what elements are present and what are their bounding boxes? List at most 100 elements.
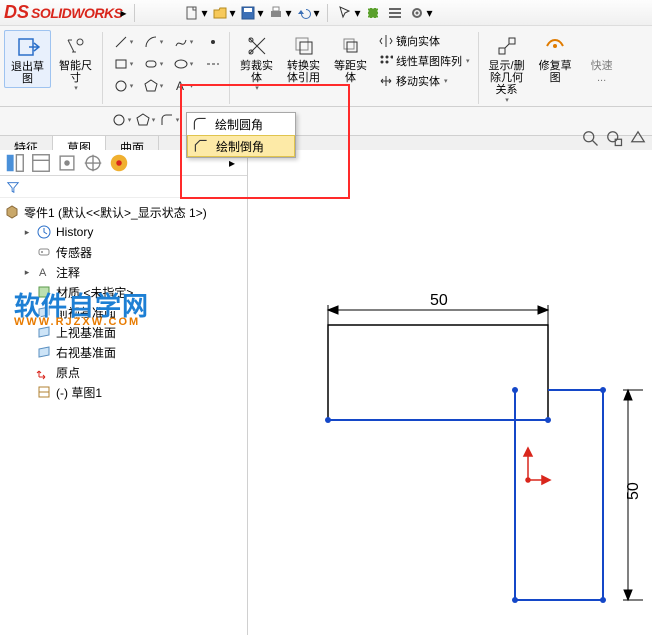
- tree-root[interactable]: 零件1 (默认<<默认>_显示状态 1>): [4, 202, 243, 222]
- rectangle-tool[interactable]: ▾: [109, 54, 137, 74]
- caret-icon[interactable]: ▾: [285, 6, 293, 20]
- save-button[interactable]: [237, 2, 259, 24]
- print-button[interactable]: [265, 2, 287, 24]
- centerline-tool[interactable]: [203, 54, 223, 74]
- repair-label: 修复草图: [539, 60, 572, 84]
- separator: [102, 32, 103, 104]
- settings-button[interactable]: [406, 2, 428, 24]
- polygon-tool[interactable]: ▾: [139, 76, 167, 96]
- rebuild-button[interactable]: [362, 2, 384, 24]
- fillet-label: 绘制圆角: [215, 116, 263, 133]
- undo-button[interactable]: [293, 2, 315, 24]
- tree-top-plane[interactable]: 上视基准面: [4, 322, 243, 342]
- smart-dimension-button[interactable]: 智能尺寸 ▾: [53, 30, 98, 94]
- line-tool[interactable]: ▾: [109, 32, 137, 52]
- trim-button[interactable]: 剪裁实体 ▾: [234, 30, 279, 94]
- separator: [478, 32, 479, 104]
- app-logo-icon: DS: [4, 2, 29, 23]
- dim-h-text: 50: [430, 292, 448, 309]
- slot-tool[interactable]: ▾: [139, 54, 167, 74]
- point-tool[interactable]: [203, 32, 223, 52]
- tree-tab-4[interactable]: [82, 152, 104, 174]
- spline-tool[interactable]: ▾: [169, 32, 197, 52]
- plane-icon: [36, 324, 52, 340]
- caret-icon[interactable]: ▾: [354, 6, 362, 20]
- convert-label: 转换实体引用: [287, 60, 320, 84]
- circle-sub-tool[interactable]: ▾: [110, 109, 132, 131]
- smart-dim-label: 智能尺寸: [59, 60, 92, 84]
- right-label: 右视基准面: [56, 344, 116, 361]
- move-button[interactable]: 移动实体▾: [379, 72, 470, 90]
- offset-button[interactable]: 等距实体: [328, 30, 373, 86]
- tree-tab-3[interactable]: [56, 152, 78, 174]
- title-bar: DS SOLIDWORKS ▸ ▾ ▾ ▾ ▾ ▾ ▾ ▾: [0, 0, 652, 26]
- caret-icon[interactable]: ▾: [313, 6, 321, 20]
- filter-icon: [6, 180, 20, 194]
- fillet-dropdown-button[interactable]: ▾: [158, 109, 180, 131]
- circle-tool[interactable]: ▾: [109, 76, 137, 96]
- tree-filter[interactable]: [0, 176, 247, 198]
- tree-sketch1[interactable]: (-) 草图1: [4, 382, 243, 402]
- zoom-area-icon[interactable]: [604, 128, 624, 148]
- linear-pattern-label: 线性草图阵列: [396, 53, 462, 69]
- move-label: 移动实体: [396, 73, 440, 89]
- separator: [229, 32, 230, 104]
- polygon-sub-tool[interactable]: ▾: [134, 109, 156, 131]
- open-file-button[interactable]: [209, 2, 231, 24]
- graphics-area[interactable]: 50 50: [248, 150, 652, 635]
- text-tool[interactable]: A▾: [169, 76, 197, 96]
- tree-annotations[interactable]: ▸A 注释: [4, 262, 243, 282]
- front-label: 前视基准面: [56, 304, 116, 321]
- offset-label: 等距实体: [334, 60, 367, 84]
- new-file-button[interactable]: [181, 2, 203, 24]
- tree-right-plane[interactable]: 右视基准面: [4, 342, 243, 362]
- caret-icon[interactable]: ▾: [229, 6, 237, 20]
- arc-tool[interactable]: ▾: [139, 32, 167, 52]
- app-menu-caret[interactable]: ▸: [120, 6, 128, 20]
- zoom-fit-icon[interactable]: [580, 128, 600, 148]
- mirror-label: 镜向实体: [396, 33, 440, 49]
- pattern-group: 镜向实体 线性草图阵列▾ 移动实体▾: [375, 30, 474, 92]
- caret-icon[interactable]: ▾: [201, 6, 209, 20]
- display-relations-button[interactable]: 显示/删除几何关系 ▾: [483, 30, 531, 106]
- select-button[interactable]: [334, 2, 356, 24]
- sketch-icon: [36, 384, 52, 400]
- origin-label: 原点: [56, 364, 80, 381]
- convert-button[interactable]: 转换实体引用: [281, 30, 326, 86]
- caret-icon[interactable]: ▾: [257, 6, 265, 20]
- plane-icon: [36, 304, 52, 320]
- sensors-label: 传感器: [56, 244, 92, 261]
- ellipse-tool[interactable]: ▾: [169, 54, 197, 74]
- feature-tree-panel: ▸ 零件1 (默认<<默认>_显示状态 1>) ▸ History 传感器 ▸A…: [0, 150, 248, 635]
- quick-button[interactable]: 快速...: [580, 30, 624, 86]
- separator: [134, 4, 135, 22]
- options-button[interactable]: [384, 2, 406, 24]
- top-label: 上视基准面: [56, 324, 116, 341]
- tree-tab-2[interactable]: [30, 152, 52, 174]
- mirror-button[interactable]: 镜向实体: [379, 32, 470, 50]
- view-orient-icon[interactable]: [628, 128, 648, 148]
- svg-text:A: A: [39, 267, 47, 279]
- tree-sensors[interactable]: 传感器: [4, 242, 243, 262]
- tree-origin[interactable]: 原点: [4, 362, 243, 382]
- linear-pattern-button[interactable]: 线性草图阵列▾: [379, 52, 470, 70]
- sketch-chamfer-item[interactable]: 绘制倒角: [187, 135, 295, 157]
- tree-history[interactable]: ▸ History: [4, 222, 243, 242]
- caret-icon: ▾: [74, 84, 78, 92]
- repair-sketch-button[interactable]: 修复草图: [533, 30, 578, 86]
- tree-front-plane[interactable]: 前视基准面: [4, 302, 243, 322]
- view-toolbar: [580, 128, 648, 148]
- caret-icon[interactable]: ▾: [426, 6, 434, 20]
- feature-tree: 零件1 (默认<<默认>_显示状态 1>) ▸ History 传感器 ▸A 注…: [0, 198, 247, 635]
- sketch-fillet-item[interactable]: 绘制圆角: [187, 113, 295, 135]
- tree-tab-1[interactable]: [4, 152, 26, 174]
- exit-sketch-button[interactable]: 退出草图: [4, 30, 51, 88]
- tree-root-label: 零件1 (默认<<默认>_显示状态 1>): [24, 204, 207, 221]
- plane-icon: [36, 344, 52, 360]
- dim-v-text: 50: [625, 482, 642, 500]
- quick-label: 快速...: [591, 60, 613, 84]
- ribbon: 退出草图 智能尺寸 ▾ ▾ ▾ ▾ ▾ ▾ ▾ ▾ ▾ A▾: [0, 26, 652, 107]
- tree-material[interactable]: 材质 <未指定>: [4, 282, 243, 302]
- display-del-label: 显示/删除几何关系: [489, 60, 525, 96]
- tree-tab-5[interactable]: [108, 152, 130, 174]
